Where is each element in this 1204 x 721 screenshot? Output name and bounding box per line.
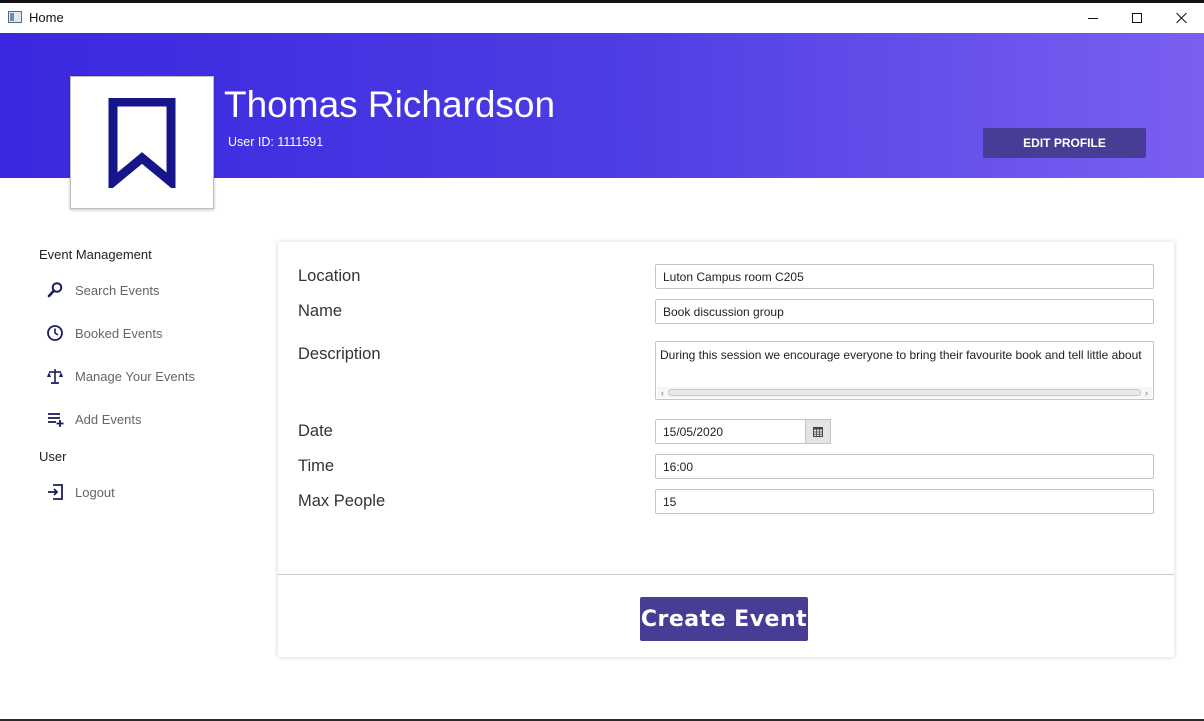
add-list-icon — [44, 410, 66, 428]
search-icon — [44, 281, 66, 299]
create-event-form: Location Luton Campus room C205 Name Boo… — [278, 242, 1174, 657]
create-event-button[interactable]: Create Event — [640, 597, 808, 641]
description-scrollbar[interactable]: ‹ › — [657, 387, 1152, 398]
maximize-button[interactable] — [1114, 3, 1160, 33]
description-label: Description — [298, 345, 381, 363]
user-id-label: User ID: — [228, 135, 274, 149]
window-title: Home — [29, 10, 64, 25]
location-field[interactable]: Luton Campus room C205 — [655, 264, 1154, 289]
bookmark-icon — [108, 97, 176, 188]
form-divider — [278, 574, 1174, 575]
scrollbar-thumb[interactable] — [668, 389, 1141, 396]
close-icon — [1176, 12, 1188, 24]
user-id-row: User ID: 1111591 — [228, 135, 323, 149]
sidebar-item-search-events[interactable]: Search Events — [44, 278, 244, 302]
description-text: During this session we encourage everyon… — [660, 348, 1142, 362]
time-field[interactable]: 16:00 — [655, 454, 1154, 479]
sidebar-item-manage-your-events[interactable]: Manage Your Events — [44, 364, 244, 388]
sidebar-item-add-events[interactable]: Add Events — [44, 407, 244, 431]
scroll-left-icon[interactable]: ‹ — [657, 387, 668, 398]
close-button[interactable] — [1159, 3, 1204, 33]
sidebar-item-label: Booked Events — [75, 325, 163, 341]
logout-icon — [44, 483, 66, 501]
edit-profile-button[interactable]: EDIT PROFILE — [983, 128, 1146, 158]
time-label: Time — [298, 457, 335, 475]
location-label: Location — [298, 267, 361, 285]
clock-icon — [44, 324, 66, 342]
user-name: Thomas Richardson — [224, 84, 556, 125]
description-field[interactable]: During this session we encourage everyon… — [655, 341, 1154, 400]
sidebar-item-label: Search Events — [75, 282, 160, 298]
date-field[interactable]: 15/05/2020 — [655, 419, 805, 444]
sidebar-item-label: Manage Your Events — [75, 368, 195, 384]
max-people-field[interactable]: 15 — [655, 489, 1154, 514]
date-picker-button[interactable] — [805, 419, 831, 444]
name-label: Name — [298, 302, 343, 320]
sidebar-item-booked-events[interactable]: Booked Events — [44, 321, 244, 345]
date-label: Date — [298, 422, 333, 440]
scales-icon — [44, 367, 66, 385]
section-title-user: User — [39, 449, 67, 464]
sidebar-item-logout[interactable]: Logout — [44, 480, 244, 504]
scroll-right-icon[interactable]: › — [1141, 387, 1152, 398]
section-title-event-management: Event Management — [39, 247, 152, 262]
user-id-value: 1111591 — [277, 135, 324, 149]
title-bar: Home — [0, 3, 1204, 33]
calendar-icon — [813, 426, 823, 437]
app-icon — [8, 11, 22, 23]
max-people-label: Max People — [298, 492, 386, 510]
maximize-icon — [1132, 13, 1142, 23]
avatar — [70, 76, 214, 209]
sidebar-item-label: Logout — [75, 484, 115, 500]
minimize-button[interactable] — [1070, 3, 1116, 33]
name-field[interactable]: Book discussion group — [655, 299, 1154, 324]
minimize-icon — [1088, 17, 1098, 19]
sidebar-item-label: Add Events — [75, 411, 142, 427]
